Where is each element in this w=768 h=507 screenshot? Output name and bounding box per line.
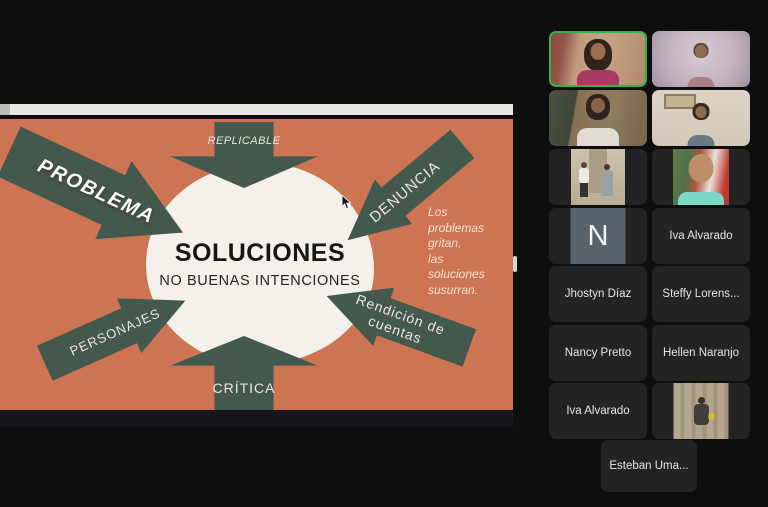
shared-window-titlebar: [0, 104, 513, 115]
participant-video-tile-2[interactable]: [652, 31, 750, 87]
participant-name-tile[interactable]: Iva Alvarado: [549, 383, 647, 439]
arrow-critica-label: CRÍTICA: [170, 380, 318, 396]
photo-detail: [709, 413, 715, 420]
participant-video-tile-4[interactable]: [652, 90, 750, 146]
participant-photo-tile-3[interactable]: [652, 383, 750, 439]
participant-name-tile[interactable]: Iva Alvarado: [652, 208, 750, 264]
photo-detail: [678, 192, 724, 205]
initial-letter: N: [588, 220, 609, 253]
video-scene: [664, 94, 696, 109]
participant-video-tile-1[interactable]: [549, 31, 647, 87]
scrollbar-thumb[interactable]: [513, 256, 517, 272]
participant-name: Esteban Uma...: [609, 460, 688, 472]
quote-line: soluciones: [428, 267, 512, 283]
participant-name: Steffy Lorens...: [662, 288, 739, 300]
participant-name-tile[interactable]: Nancy Pretto: [549, 325, 647, 381]
presentation-slide: PROBLEMA REPLICABLE DENUNCIA Rendición d…: [0, 119, 513, 410]
photo-detail: [580, 183, 588, 197]
participant-photo-tile-1[interactable]: [549, 149, 647, 205]
video-scene: [591, 43, 606, 60]
video-scene: [688, 135, 715, 146]
photo-detail: [694, 404, 709, 425]
photo-detail: [601, 170, 613, 196]
video-scene: [688, 77, 715, 87]
quote-line: Los: [428, 205, 512, 221]
participant-initial-tile[interactable]: N: [549, 208, 647, 264]
slide-title: SOLUCIONES: [175, 239, 345, 268]
avatar-photo: [571, 149, 625, 205]
share-bottom-strip: [0, 410, 513, 427]
arrow-replicable-label: REPLICABLE: [170, 135, 318, 147]
photo-detail: [579, 168, 589, 183]
participant-name-tile[interactable]: Jhostyn Díaz: [549, 266, 647, 322]
video-scene: [695, 45, 707, 58]
video-scene: [591, 98, 605, 113]
slide-quote: Los problemas gritan, las soluciones sus…: [428, 205, 512, 298]
video-scene: [577, 128, 619, 146]
participant-name: Nancy Pretto: [565, 347, 631, 359]
participant-name: Jhostyn Díaz: [565, 288, 631, 300]
slide-subtitle: NO BUENAS INTENCIONES: [159, 273, 360, 289]
slide-center-text: SOLUCIONES NO BUENAS INTENCIONES: [146, 163, 374, 365]
video-scene: [577, 70, 619, 87]
video-scene: [696, 106, 707, 118]
avatar-photo: [673, 149, 729, 205]
avatar-photo: [674, 383, 729, 439]
participant-name: Iva Alvarado: [669, 230, 732, 242]
mouse-cursor-icon: [341, 195, 353, 215]
participant-video-tile-3[interactable]: [549, 90, 647, 146]
meeting-window: PROBLEMA REPLICABLE DENUNCIA Rendición d…: [0, 0, 768, 507]
participant-name-tile[interactable]: Steffy Lorens...: [652, 266, 750, 322]
participant-name-tile[interactable]: Hellen Naranjo: [652, 325, 750, 381]
participant-name-tile[interactable]: Esteban Uma...: [601, 440, 697, 492]
photo-detail: [689, 154, 714, 182]
photo-detail: [698, 397, 705, 404]
participant-name: Iva Alvarado: [566, 405, 629, 417]
participant-photo-tile-2[interactable]: [652, 149, 750, 205]
initial-avatar: N: [571, 208, 626, 264]
quote-line: problemas: [428, 221, 512, 237]
titlebar-accent: [0, 104, 10, 115]
quote-line: gritan,: [428, 236, 512, 252]
participant-name: Hellen Naranjo: [663, 347, 739, 359]
quote-line: las: [428, 252, 512, 268]
quote-line: susurran.: [428, 283, 512, 299]
